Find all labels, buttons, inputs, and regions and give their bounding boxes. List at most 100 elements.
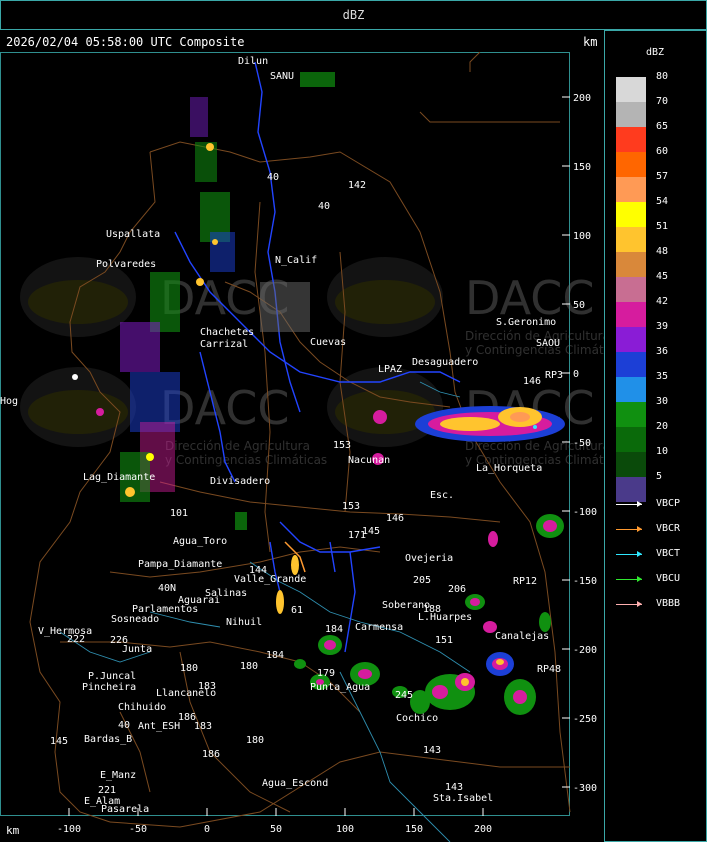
radar-site-row: VBCT	[616, 547, 700, 561]
x-tick-label: 100	[336, 824, 354, 835]
legend-label: 80	[656, 71, 669, 82]
town-lpaz: LPAZ	[378, 364, 402, 375]
legend-swatch	[616, 452, 646, 477]
legend-label: 10	[656, 446, 669, 457]
legend-label: 5	[656, 471, 663, 482]
town-aguatoro: Agua_Toro	[173, 536, 227, 547]
legend-label: 36	[656, 346, 669, 357]
legend-swatch	[616, 277, 646, 302]
svg-text:206: 206	[448, 584, 466, 595]
watermark-logo-1b	[28, 280, 128, 324]
town-puntaagua: Punta_Agua	[310, 682, 370, 693]
svg-text:145: 145	[50, 736, 68, 747]
legend-swatch	[616, 227, 646, 252]
town-lagdiamante: Lag_Diamante	[83, 472, 155, 483]
town-nacunan: Nacunan	[348, 455, 390, 466]
arrow-head-icon	[637, 501, 642, 507]
y-tick-label: -150	[573, 576, 597, 587]
svg-text:180: 180	[180, 663, 198, 674]
legend-swatch	[616, 377, 646, 402]
svg-text:186: 186	[178, 712, 196, 723]
radar-site-row: VBCP	[616, 497, 700, 511]
town-uspallata: Uspallata	[106, 229, 160, 240]
town-staisabel: Sta.Isabel	[433, 793, 493, 804]
y-tick-label: 200	[573, 93, 591, 104]
town-vallegrande: Valle_Grande	[234, 574, 306, 585]
legend-swatch	[616, 102, 646, 127]
town-saou: SAOU	[536, 338, 560, 349]
town-pasarela: Pasarela	[101, 804, 149, 815]
town-esc: Esc.	[430, 490, 454, 501]
watermark-line1-b: Dirección de Agricultura	[165, 439, 310, 453]
watermark-line2-a: y Contingencias Climáticas	[465, 343, 604, 357]
svg-text:146: 146	[386, 513, 404, 524]
svg-text:184: 184	[266, 650, 284, 661]
svg-text:153: 153	[342, 501, 360, 512]
legend-label: 57	[656, 171, 669, 182]
legend-swatch	[616, 77, 646, 102]
legend-label: 39	[656, 321, 669, 332]
svg-text:245: 245	[395, 690, 413, 701]
town-aguarai: Aguarai	[178, 595, 220, 606]
town-bardasb: Bardas_B	[84, 734, 132, 745]
watermark-line2-b: y Contingencias Climáticas	[165, 453, 327, 467]
town-pampadiamante: Pampa_Diamante	[138, 559, 222, 570]
watermark-logo-2b	[335, 280, 435, 324]
svg-text:188: 188	[423, 604, 441, 615]
arrow-head-icon	[637, 576, 642, 582]
y-tick-label: -50	[573, 438, 591, 449]
svg-text:151: 151	[435, 635, 453, 646]
legend-swatch	[616, 302, 646, 327]
town-desaguadero: Desaguadero	[412, 357, 478, 368]
legend-label: 60	[656, 146, 669, 157]
svg-text:143: 143	[423, 745, 441, 756]
svg-text:221: 221	[98, 785, 116, 796]
svg-text:226: 226	[110, 635, 128, 646]
x-tick-label: -100	[57, 824, 81, 835]
x-tick-label: 200	[474, 824, 492, 835]
radar-map[interactable]: DACC DACC DACC DACC Dirección de Agricul…	[0, 52, 604, 842]
town-rp3: RP3	[545, 370, 563, 381]
town-pjuncal: P.Juncal	[88, 671, 136, 682]
town-cuevas: Cuevas	[310, 337, 346, 348]
svg-text:180: 180	[246, 735, 264, 746]
legend-swatch	[616, 402, 646, 427]
legend-swatch	[616, 177, 646, 202]
arrow-head-icon	[637, 526, 642, 532]
y-tick-label: -200	[573, 645, 597, 656]
radar-site-label: VBCT	[656, 548, 681, 559]
svg-text:205: 205	[413, 575, 431, 586]
legend-label: 54	[656, 196, 669, 207]
svg-text:183: 183	[198, 681, 216, 692]
legend-label: 20	[656, 421, 669, 432]
town-sosneado: Sosneado	[111, 614, 159, 625]
svg-text:186: 186	[202, 749, 220, 760]
radar-site-label: VBCR	[656, 523, 681, 534]
arrow-head-icon	[637, 601, 642, 607]
town-divisadero: Divisadero	[210, 476, 270, 487]
legend-label: 51	[656, 221, 669, 232]
svg-text:40: 40	[118, 720, 130, 731]
town-ncalif: N_Calif	[275, 255, 317, 266]
legend-swatch	[616, 327, 646, 352]
town-dilun: Dilun	[238, 56, 268, 67]
svg-text:183: 183	[194, 721, 212, 732]
svg-text:153: 153	[333, 440, 351, 451]
town-chachetes: Chachetes	[200, 327, 254, 338]
svg-text:222: 222	[67, 634, 85, 645]
town-carmensa: Carmensa	[355, 622, 403, 633]
y-tick-label: 50	[573, 300, 585, 311]
watermark-line1-a: Dirección de Agricultura	[465, 329, 604, 343]
bottom-unit: km	[6, 824, 20, 837]
legend-label: 70	[656, 96, 669, 107]
legend-swatch	[616, 127, 646, 152]
top-bar-title: dBZ	[342, 8, 365, 22]
legend-label: 48	[656, 246, 669, 257]
legend-swatch	[616, 202, 646, 227]
town-rp48: RP48	[537, 664, 561, 675]
town-polvaredes: Polvaredes	[96, 259, 156, 270]
legend-swatch	[616, 152, 646, 177]
header-unit: km	[583, 35, 598, 49]
svg-text:142: 142	[348, 180, 366, 191]
y-tick-label: -250	[573, 714, 597, 725]
